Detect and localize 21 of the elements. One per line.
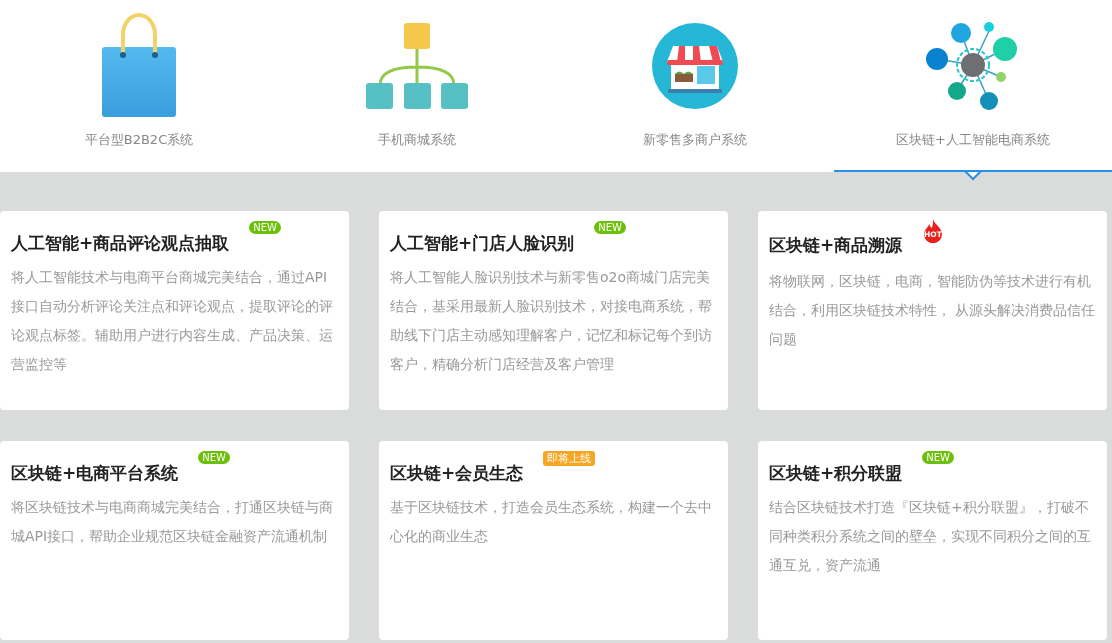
card-title: 人工智能+门店人脸识别: [390, 233, 575, 254]
new-badge: NEW: [922, 451, 954, 464]
card-description: 将区块链技术与电商商城完美结合，打通区块链与商城API接口，帮助企业规范区块链金融资产流通机制: [11, 498, 334, 547]
card-description: 将物联网，区块链，电商，智能防伪等技术进行有机结合，利用区块链技术特性， 从源头解决消费品信任问题: [769, 272, 1097, 349]
card-title: 区块链+会员生态: [390, 463, 524, 484]
tab-pointer-icon: [964, 171, 982, 181]
coming-soon-badge: 即将上线: [543, 451, 596, 466]
new-badge: NEW: [249, 221, 281, 234]
card-title: 区块链+积分联盟: [769, 463, 903, 484]
card-description: 结合区块链技术打造『区块链+积分联盟』，打破不同种类积分系统之间的壁垒，实现不同积分之间的互通互兑，资产流通: [769, 498, 1092, 576]
new-badge: NEW: [198, 451, 230, 464]
card-title: 人工智能+商品评论观点抽取: [11, 233, 230, 254]
card-title: 区块链+商品溯源: [769, 234, 903, 256]
hierarchy-icon: [366, 23, 468, 109]
card-description: 将人工智能人脸识别技术与新零售o2o商城门店完美结合，基采用最新人脸识别技术，对接电商系统，帮助线下门店主动感知理解客户，记忆和标记每个到访客户，精确分析门店经营及客户管理: [390, 268, 713, 375]
new-badge: NEW: [594, 221, 626, 234]
card-title: 区块链+电商平台系统: [11, 463, 179, 484]
storefront-icon: [651, 22, 739, 110]
card-description: 基于区块链技术，打造会员生态系统，构建一个去中心化的商业生态: [390, 498, 713, 547]
shopping-bag-icon: [101, 13, 177, 119]
card-description: 将人工智能技术与电商平台商城完美结合，通过API接口自动分析评论关注点和评论观点，提取评论的评论观点标签。辅助用户进行内容生成、产品决策、运营监控等: [11, 268, 334, 375]
